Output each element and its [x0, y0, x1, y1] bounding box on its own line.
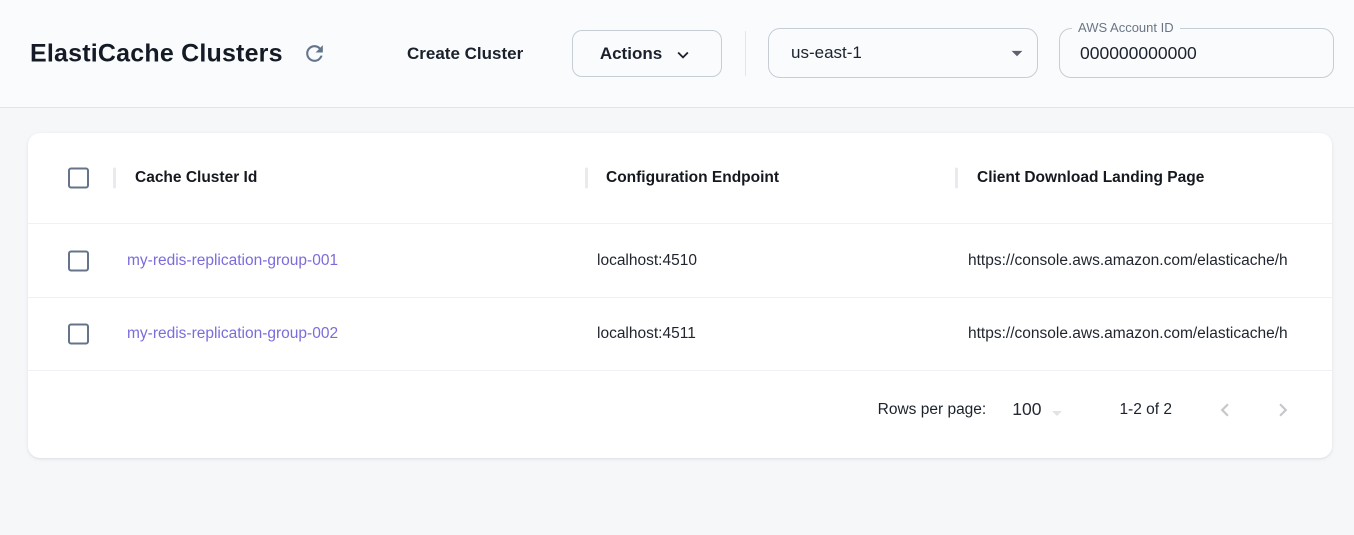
- column-header-configuration-endpoint: Configuration Endpoint: [606, 169, 779, 187]
- actions-button-label: Actions: [600, 44, 662, 64]
- page-title: ElastiCache Clusters: [30, 39, 283, 68]
- create-cluster-button[interactable]: Create Cluster: [407, 44, 523, 64]
- pagination-range-label: 1-2 of 2: [1119, 401, 1172, 419]
- row-checkbox[interactable]: [68, 250, 89, 271]
- top-bar: ElastiCache Clusters Create Cluster Acti…: [0, 0, 1354, 108]
- cluster-id-link[interactable]: my-redis-replication-group-002: [127, 325, 338, 343]
- pagination-bar: Rows per page: 100 1-2 of 2: [28, 371, 1332, 458]
- dropdown-arrow-icon: [1004, 40, 1030, 66]
- table-row: my-redis-replication-group-002 localhost…: [28, 298, 1332, 371]
- chevron-left-icon: [1212, 397, 1238, 423]
- table-row: my-redis-replication-group-001 localhost…: [28, 224, 1332, 298]
- column-separator: [955, 168, 958, 189]
- rows-per-page-arrow-icon[interactable]: [1045, 401, 1069, 425]
- select-all-checkbox[interactable]: [68, 168, 89, 189]
- column-header-client-download-landing-page: Client Download Landing Page: [977, 169, 1204, 187]
- table-header-row: Cache Cluster Id Configuration Endpoint …: [28, 133, 1332, 224]
- toolbar-divider: [745, 31, 746, 76]
- chevron-down-icon: [672, 44, 694, 66]
- aws-account-id-input[interactable]: [1060, 29, 1333, 77]
- rows-per-page-label: Rows per page:: [878, 401, 987, 419]
- clusters-table-card: Cache Cluster Id Configuration Endpoint …: [28, 133, 1332, 458]
- client-download-landing-page-cell: https://console.aws.amazon.com/elasticac…: [968, 252, 1288, 270]
- region-select[interactable]: us-east-1: [768, 28, 1038, 78]
- client-download-landing-page-cell: https://console.aws.amazon.com/elasticac…: [968, 325, 1288, 343]
- next-page-button[interactable]: [1270, 397, 1296, 423]
- row-checkbox[interactable]: [68, 324, 89, 345]
- configuration-endpoint-cell: localhost:4510: [597, 252, 697, 270]
- aws-account-id-field: AWS Account ID: [1059, 28, 1334, 78]
- refresh-icon: [302, 41, 327, 66]
- column-separator: [585, 168, 588, 189]
- chevron-right-icon: [1270, 397, 1296, 423]
- rows-per-page-select[interactable]: 100: [1012, 399, 1041, 420]
- column-separator: [113, 168, 116, 189]
- configuration-endpoint-cell: localhost:4511: [597, 325, 696, 343]
- column-header-cache-cluster-id: Cache Cluster Id: [135, 169, 257, 187]
- cluster-id-link[interactable]: my-redis-replication-group-001: [127, 252, 338, 270]
- actions-button[interactable]: Actions: [572, 30, 722, 77]
- region-select-value: us-east-1: [791, 43, 862, 63]
- previous-page-button[interactable]: [1212, 397, 1238, 423]
- aws-account-id-label: AWS Account ID: [1072, 20, 1180, 35]
- refresh-button[interactable]: [300, 40, 328, 68]
